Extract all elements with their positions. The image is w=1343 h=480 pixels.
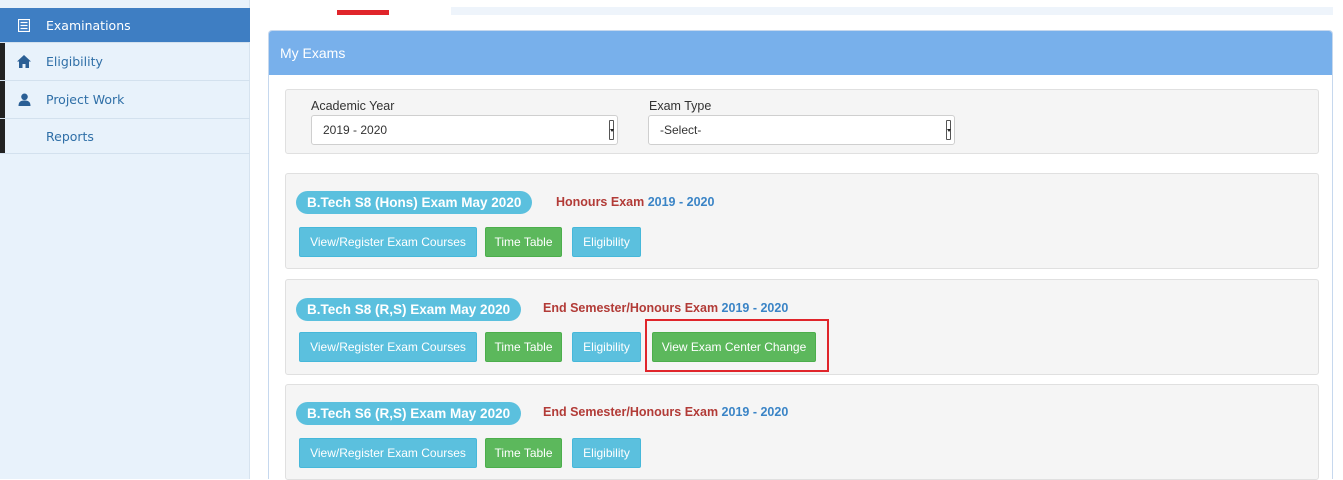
chevron-down-icon [609,120,614,140]
time-table-button[interactable]: Time Table [485,227,562,257]
exam-type-text: Honours Exam 2019 - 2020 [556,195,714,209]
view-register-exam-courses-button[interactable]: View/Register Exam Courses [299,438,477,468]
exam-type: End Semester/Honours Exam [543,301,719,315]
academic-year-select[interactable]: 2019 - 2020 [311,115,618,145]
panel-header: My Exams [269,31,1332,75]
home-icon [17,55,31,69]
exam-name-badge: B.Tech S8 (Hons) Exam May 2020 [296,191,533,214]
active-tab-indicator [337,10,389,15]
sidebar-item-label: Reports [46,128,94,144]
chevron-down-icon [946,120,951,140]
exam-year: 2019 - 2020 [721,301,789,315]
highlight-box [645,319,829,372]
my-exams-panel: My Exams Academic Year 2019 - 2020 Exam … [268,30,1333,480]
eligibility-button[interactable]: Eligibility [572,227,641,257]
exam-type: Honours Exam [556,195,645,209]
eligibility-button[interactable]: Eligibility [572,332,641,362]
exam-type-text: End Semester/Honours Exam 2019 - 2020 [543,301,788,315]
sidebar-item-eligibility[interactable]: Eligibility [0,43,250,81]
exam-card: B.Tech S8 (Hons) Exam May 2020 Honours E… [285,173,1319,269]
sidebar-marker [0,43,5,80]
top-tab-strip [268,0,1333,15]
exam-name-badge: B.Tech S8 (R,S) Exam May 2020 [296,298,522,321]
exam-type-label: Exam Type [649,99,712,113]
sidebar-item-label: Eligibility [46,54,103,69]
academic-year-value: 2019 - 2020 [323,123,388,137]
exam-year: 2019 - 2020 [721,405,789,419]
user-icon [17,93,31,107]
exam-year: 2019 - 2020 [647,195,715,209]
time-table-button[interactable]: Time Table [485,438,562,468]
sidebar: Examinations Eligibility Project Work Re… [0,0,250,479]
exam-type: End Semester/Honours Exam [543,405,719,419]
sidebar-item-label: Examinations [46,17,131,33]
sidebar-item-label: Project Work [46,92,125,107]
exam-type-value: -Select- [660,123,702,137]
view-register-exam-courses-button[interactable]: View/Register Exam Courses [299,227,477,257]
filter-well: Academic Year 2019 - 2020 Exam Type -Sel… [285,89,1319,154]
sidebar-marker [0,119,5,153]
exam-card: B.Tech S8 (R,S) Exam May 2020 End Semest… [285,279,1319,375]
tab-strip-background [451,7,1333,15]
sidebar-marker [0,81,5,118]
view-register-exam-courses-button[interactable]: View/Register Exam Courses [299,332,477,362]
exam-name-badge: B.Tech S6 (R,S) Exam May 2020 [296,402,522,425]
sidebar-item-examinations[interactable]: Examinations [0,8,250,43]
exam-card: B.Tech S6 (R,S) Exam May 2020 End Semest… [285,384,1319,480]
sidebar-item-project-work[interactable]: Project Work [0,81,250,119]
time-table-button[interactable]: Time Table [485,332,562,362]
panel-title: My Exams [280,45,346,61]
exam-type-text: End Semester/Honours Exam 2019 - 2020 [543,405,788,419]
list-icon [17,18,31,32]
academic-year-label: Academic Year [311,99,395,113]
eligibility-button[interactable]: Eligibility [572,438,641,468]
exam-type-select[interactable]: -Select- [648,115,955,145]
sidebar-item-reports[interactable]: Reports [0,119,250,154]
